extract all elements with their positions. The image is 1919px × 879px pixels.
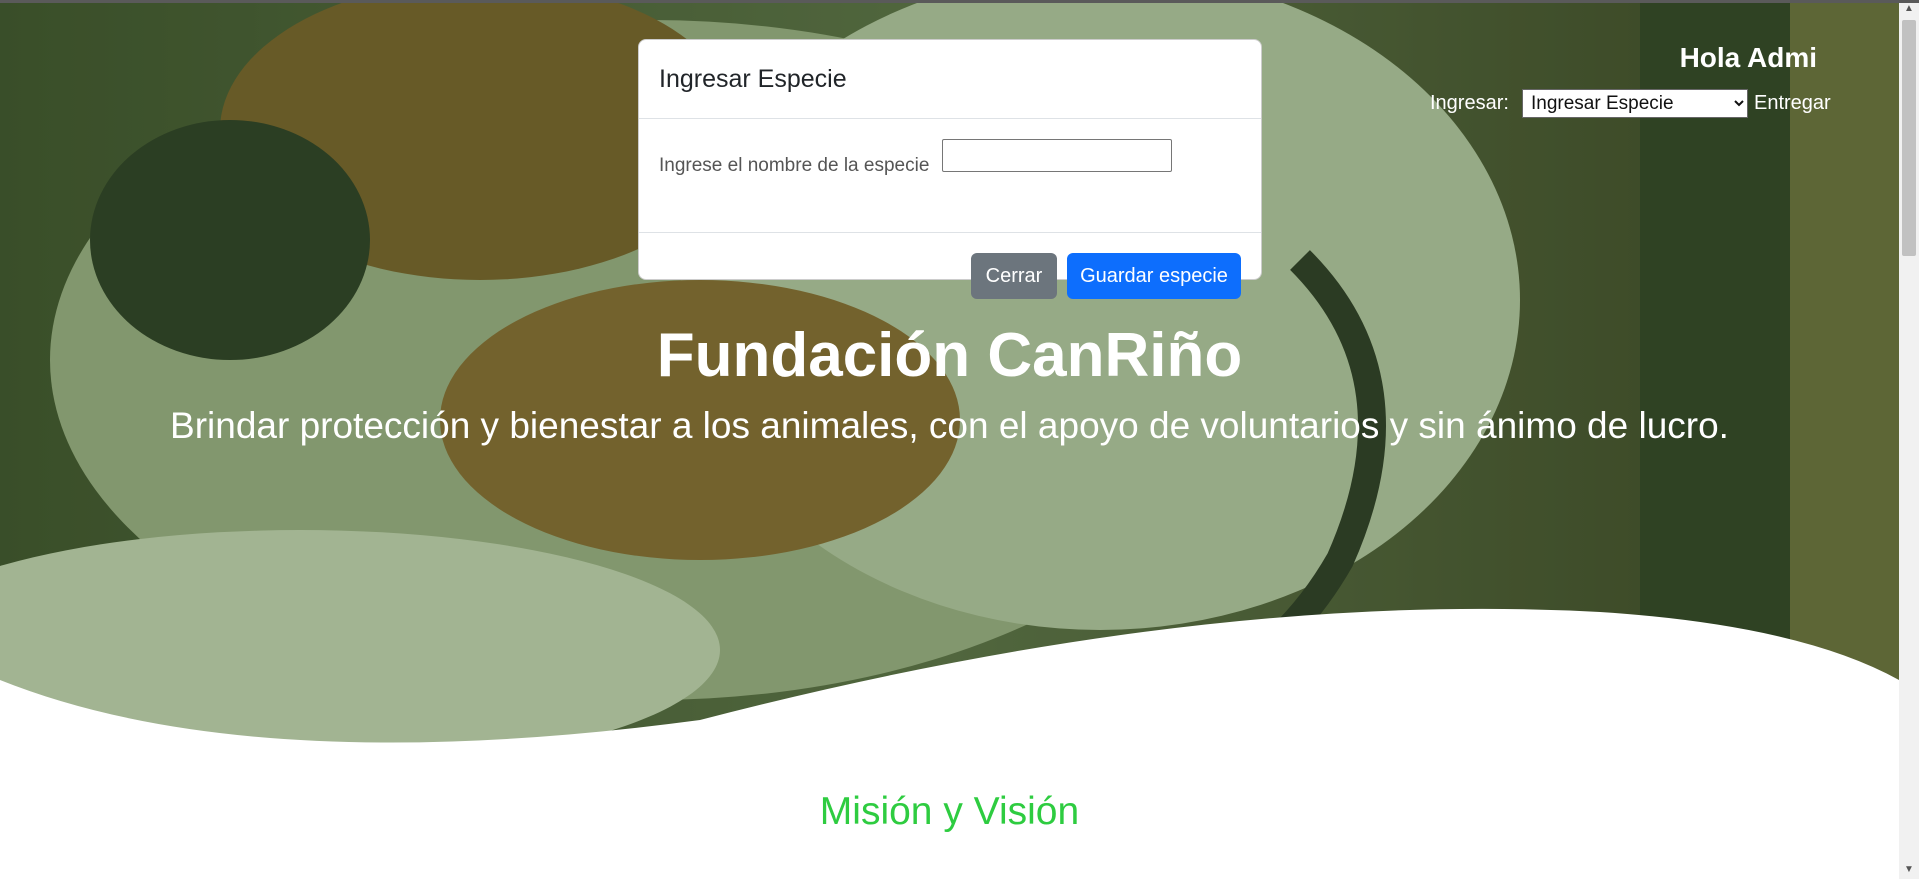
ingresar-select[interactable]: Ingresar Especie xyxy=(1522,89,1748,118)
modal-title: Ingresar Especie xyxy=(659,65,847,93)
especie-name-label: Ingrese el nombre de la especie xyxy=(659,155,930,176)
guardar-especie-button[interactable]: Guardar especie xyxy=(1067,253,1241,299)
especie-name-input[interactable] xyxy=(942,139,1172,172)
cerrar-button[interactable]: Cerrar xyxy=(971,253,1057,299)
hero-subtitle: Brindar protección y bienestar a los ani… xyxy=(170,405,1729,446)
vertical-scrollbar[interactable]: ▲ ▼ xyxy=(1899,0,1919,879)
hero-title: Fundación CanRiño xyxy=(656,321,1243,390)
scrollbar-thumb[interactable] xyxy=(1902,20,1916,256)
entregar-link[interactable]: Entregar xyxy=(1754,92,1831,115)
ingresar-especie-modal: Ingresar Especie Ingrese el nombre de la… xyxy=(638,39,1262,299)
modal-header: Ingresar Especie xyxy=(639,40,1261,119)
mision-vision-heading: Misión y Visión xyxy=(819,790,1080,833)
modal-body: Ingrese el nombre de la especie xyxy=(639,119,1261,233)
window-top-border xyxy=(0,0,1919,3)
ingresar-label: Ingresar: xyxy=(1430,92,1509,114)
user-greeting: Hola Admi xyxy=(1679,42,1817,73)
triangle-down-icon[interactable]: ▼ xyxy=(1899,861,1919,879)
